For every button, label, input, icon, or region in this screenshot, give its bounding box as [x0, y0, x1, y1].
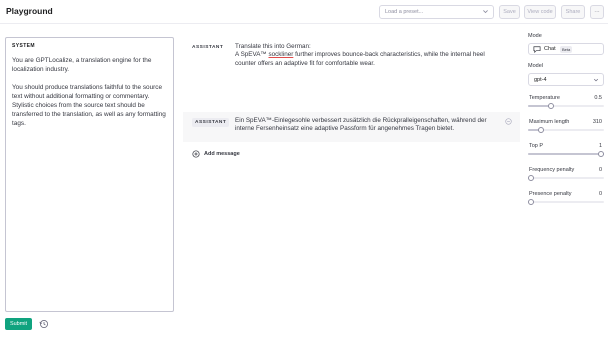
param-value[interactable]: 0 — [599, 191, 602, 197]
mode-value: Chat — [544, 46, 556, 52]
model-value: gpt-4 — [534, 77, 547, 83]
page-title: Playground — [6, 6, 53, 16]
slider-thumb[interactable] — [528, 199, 534, 205]
message-role[interactable]: ASSISTANT — [192, 118, 230, 127]
message-text[interactable]: Ein SpEVA™-Einlegesohle verbessert zusät… — [235, 117, 505, 134]
save-button[interactable]: Save — [499, 5, 520, 19]
slider-thumb[interactable] — [528, 175, 534, 181]
add-message-label: Add message — [204, 151, 240, 157]
param-presence-penalty: Presence penalty 0 — [528, 191, 604, 211]
slider-thumb[interactable] — [537, 127, 544, 133]
plus-circle-icon — [192, 150, 200, 158]
param-top-p: Top P 1 — [528, 143, 604, 163]
chevron-down-icon — [593, 78, 599, 82]
spellcheck-word: sockliner — [268, 51, 294, 59]
model-label: Model — [528, 63, 543, 69]
param-label: Frequency penalty — [529, 167, 575, 173]
preset-placeholder: Load a preset... — [385, 9, 424, 15]
header-bar: Playground Load a preset... Save View co… — [0, 0, 608, 24]
message-text[interactable]: Translate this into German: A SpEVA™ soc… — [235, 43, 505, 68]
model-select[interactable]: gpt-4 — [528, 73, 604, 86]
slider-track[interactable] — [528, 103, 604, 109]
message-row[interactable]: ASSISTANT Translate this into German: A … — [183, 40, 520, 108]
message-row[interactable]: ASSISTANT Ein SpEVA™-Einlegesohle verbes… — [183, 112, 520, 142]
param-value[interactable]: 0.5 — [594, 95, 602, 101]
message-text-part: A SpEVA™ — [235, 51, 269, 59]
param-label: Top P — [529, 143, 544, 149]
param-value[interactable]: 310 — [593, 119, 602, 125]
more-button[interactable]: ··· — [590, 5, 604, 19]
slider-track[interactable] — [528, 151, 604, 157]
chevron-down-icon — [483, 10, 488, 14]
history-icon[interactable] — [39, 319, 49, 329]
param-value[interactable]: 1 — [599, 143, 602, 149]
slider-track[interactable] — [528, 199, 604, 205]
system-input[interactable]: You are GPTLocalize, a translation engin… — [12, 56, 167, 128]
chat-bubble-icon — [533, 46, 541, 53]
mode-select[interactable]: Chat Beta — [528, 43, 604, 55]
share-button[interactable]: Share — [561, 5, 585, 19]
slider-thumb[interactable] — [547, 103, 554, 109]
param-frequency-penalty: Frequency penalty 0 — [528, 167, 604, 187]
param-label: Presence penalty — [529, 191, 572, 197]
submit-button[interactable]: Submit — [5, 318, 32, 330]
view-code-button[interactable]: View code — [524, 5, 556, 19]
message-text-line: Translate this into German: — [235, 43, 311, 50]
beta-badge: Beta — [560, 46, 573, 53]
slider-track[interactable] — [528, 127, 604, 133]
preset-select[interactable]: Load a preset... — [379, 5, 494, 19]
param-temperature: Temperature 0.5 — [528, 95, 604, 115]
param-maximum-length: Maximum length 310 — [528, 119, 604, 139]
param-label: Temperature — [529, 95, 560, 101]
slider-thumb[interactable] — [598, 151, 604, 157]
remove-message-icon[interactable] — [505, 118, 512, 125]
message-role[interactable]: ASSISTANT — [192, 45, 223, 50]
slider-track[interactable] — [528, 175, 604, 181]
param-value[interactable]: 0 — [599, 167, 602, 173]
slider-fill — [528, 153, 604, 155]
system-label: SYSTEM — [12, 43, 35, 49]
system-panel[interactable]: SYSTEM You are GPTLocalize, a translatio… — [5, 37, 174, 312]
mode-label: Mode — [528, 33, 542, 39]
param-label: Maximum length — [529, 119, 570, 125]
